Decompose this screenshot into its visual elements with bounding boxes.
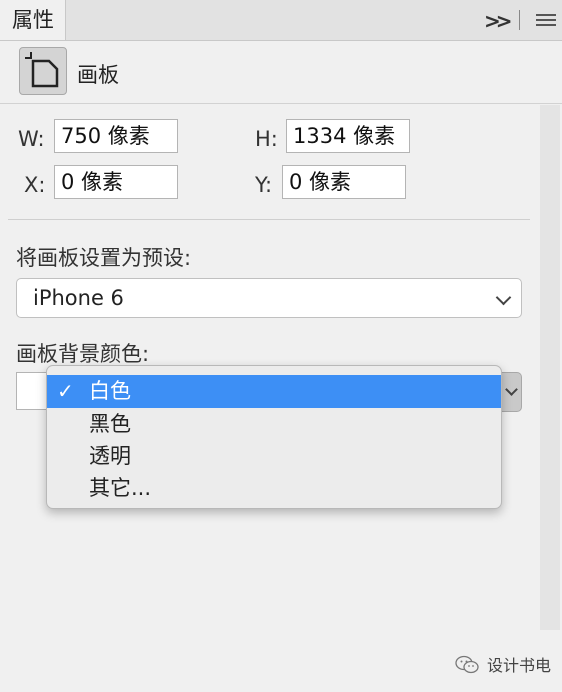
tab-bar-divider [519, 10, 520, 30]
x-label: X: [24, 173, 46, 197]
artboard-tool-button[interactable] [19, 47, 67, 95]
option-other[interactable]: 其它... [47, 472, 501, 505]
y-label: Y: [255, 173, 273, 197]
background-color-select[interactable] [500, 372, 522, 412]
watermark-text: 设计书电 [487, 656, 552, 675]
section-divider [8, 219, 530, 220]
y-field[interactable]: 0 像素 [282, 165, 406, 199]
background-color-label: 画板背景颜色: [16, 342, 150, 366]
option-transparent[interactable]: 透明 [47, 440, 501, 473]
preset-select-value: iPhone 6 [33, 286, 124, 310]
wechat-icon [455, 655, 479, 674]
scrollbar-track[interactable] [540, 105, 560, 630]
chevron-down-icon [505, 383, 518, 396]
preset-label: 将画板设置为预设: [16, 246, 192, 270]
background-color-swatch[interactable] [16, 372, 47, 410]
option-white[interactable]: ✓ 白色 [47, 375, 501, 408]
width-label: W: [18, 127, 45, 151]
checkmark-icon: ✓ [57, 379, 74, 403]
panel-title: 画板 [77, 63, 119, 87]
chevron-down-icon [495, 289, 512, 306]
background-color-dropdown: ✓ 白色 黑色 透明 其它... [46, 365, 502, 509]
panel-tab-bar: 属性 >> [0, 0, 562, 41]
tab-properties[interactable]: 属性 [0, 0, 66, 40]
option-black[interactable]: 黑色 [47, 408, 501, 441]
x-field[interactable]: 0 像素 [54, 165, 178, 199]
panel-menu-icon[interactable] [536, 14, 556, 26]
double-chevron-right-icon[interactable]: >> [484, 9, 512, 33]
width-field[interactable]: 750 像素 [54, 119, 178, 153]
artboard-icon [25, 52, 59, 88]
height-field[interactable]: 1334 像素 [286, 119, 410, 153]
preset-select[interactable]: iPhone 6 [16, 278, 522, 318]
height-label: H: [255, 127, 278, 151]
panel-header: 画板 [0, 41, 562, 104]
